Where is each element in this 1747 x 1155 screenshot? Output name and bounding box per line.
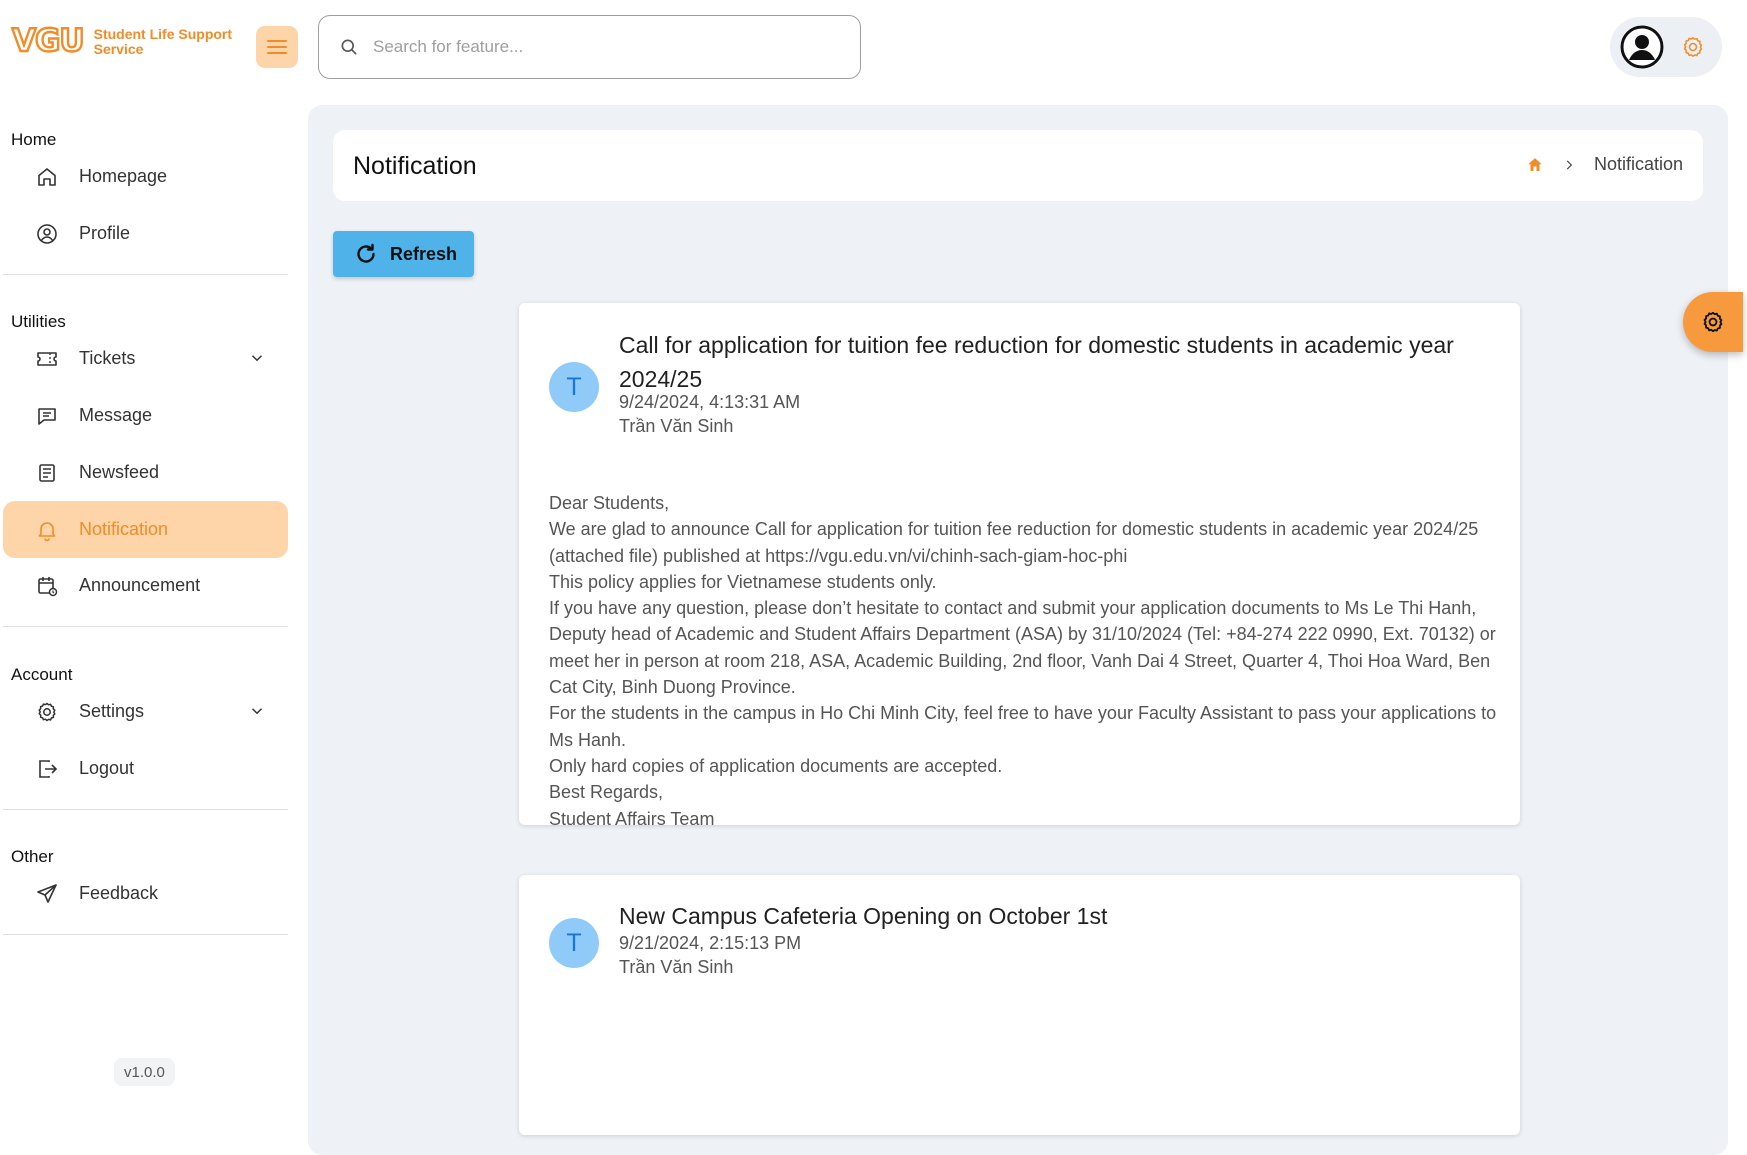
sidebar-item-label: Settings bbox=[79, 701, 145, 721]
send-icon bbox=[34, 881, 60, 907]
settings-shortcut[interactable] bbox=[1680, 34, 1706, 60]
body-line: If you have any question, please don’t h… bbox=[549, 598, 1496, 698]
section-title-other: Other bbox=[11, 847, 54, 866]
logo-line-1: Student Life Support bbox=[93, 25, 233, 42]
user-menu[interactable] bbox=[1610, 17, 1722, 77]
chevron-down-icon[interactable] bbox=[248, 349, 266, 367]
chevron-right-icon bbox=[1562, 158, 1576, 172]
sidebar-divider bbox=[3, 274, 288, 275]
ticket-icon bbox=[34, 346, 60, 372]
message-icon bbox=[34, 403, 60, 429]
main-content: Notification Notification Refresh T Call… bbox=[308, 105, 1728, 1155]
body-line: Dear Students, bbox=[549, 493, 670, 513]
refresh-label: Refresh bbox=[390, 243, 458, 264]
sidebar-item-notification[interactable]: Notification bbox=[3, 501, 288, 558]
notification-card[interactable]: T Call for application for tuition fee r… bbox=[519, 303, 1520, 829]
sidebar-item-label: Homepage bbox=[79, 166, 168, 186]
sidebar-item-profile[interactable]: Profile bbox=[3, 205, 288, 262]
refresh-button[interactable]: Refresh bbox=[333, 231, 474, 277]
avatar: T bbox=[549, 362, 599, 412]
body-line: Best Regards, bbox=[549, 782, 664, 803]
home-icon bbox=[34, 164, 60, 190]
logo-text: Student Life Support Service bbox=[93, 25, 233, 57]
sidebar-item-homepage[interactable]: Homepage bbox=[3, 148, 288, 205]
sidebar-item-message[interactable]: Message bbox=[3, 387, 288, 444]
body-line: We are glad to announce Call for applica… bbox=[549, 519, 1479, 566]
notification-date: 9/21/2024, 2:15:13 PM bbox=[619, 933, 802, 953]
search-input[interactable] bbox=[373, 37, 843, 57]
breadcrumb: Notification bbox=[1526, 154, 1683, 175]
home-icon[interactable] bbox=[1526, 156, 1544, 174]
section-title-utilities: Utilities bbox=[11, 312, 66, 331]
brand-logo[interactable]: VGU Student Life Support Service bbox=[11, 23, 233, 59]
sidebar-divider bbox=[3, 809, 288, 810]
menu-toggle-button[interactable] bbox=[256, 26, 298, 68]
sidebar-item-label: Message bbox=[79, 405, 153, 425]
sidebar-item-newsfeed[interactable]: Newsfeed bbox=[3, 444, 288, 501]
avatar: T bbox=[549, 918, 599, 968]
sidebar-item-announcement[interactable]: Announcement bbox=[3, 557, 288, 614]
search-box[interactable] bbox=[318, 15, 861, 79]
logo-mark: VGU bbox=[11, 23, 86, 59]
logout-icon bbox=[34, 756, 60, 782]
notification-author: Trần Văn Sinh bbox=[619, 416, 734, 436]
newsfeed-icon bbox=[34, 460, 60, 486]
notification-author: Trần Văn Sinh bbox=[619, 957, 734, 977]
sidebar-item-feedback[interactable]: Feedback bbox=[3, 865, 288, 922]
breadcrumb-current: Notification bbox=[1593, 154, 1683, 174]
notification-body: Dear Students, We are glad to announce C… bbox=[549, 490, 1499, 832]
gear-icon bbox=[1683, 37, 1703, 57]
body-line: Student Affairs Team bbox=[549, 808, 715, 829]
body-line: Only hard copies of application document… bbox=[549, 755, 1003, 776]
sidebar-item-label: Logout bbox=[79, 758, 135, 778]
body-line: This policy applies for Vietnamese stude… bbox=[549, 571, 937, 592]
refresh-icon bbox=[357, 243, 375, 263]
sidebar-item-label: Notification bbox=[79, 519, 169, 539]
sidebar-item-label: Feedback bbox=[79, 883, 159, 903]
sidebar-item-tickets[interactable]: Tickets bbox=[3, 330, 288, 387]
notification-title: Call for application for tuition fee red… bbox=[619, 332, 1454, 392]
menu-icon bbox=[267, 40, 287, 54]
sidebar: Home Homepage Profile Utilities Tickets … bbox=[0, 96, 294, 1143]
sidebar-divider bbox=[3, 626, 288, 627]
notification-card[interactable]: T New Campus Cafeteria Opening on Octobe… bbox=[519, 875, 1520, 1135]
notification-title: New Campus Cafeteria Opening on October … bbox=[619, 903, 1108, 929]
page-header: Notification Notification bbox=[333, 130, 1703, 201]
logo-line-2: Service bbox=[93, 40, 144, 57]
gear-icon bbox=[34, 699, 60, 725]
calendar-icon bbox=[34, 573, 60, 599]
body-line: For the students in the campus in Ho Chi… bbox=[549, 703, 1497, 750]
section-title-account: Account bbox=[11, 665, 73, 684]
floating-settings-button[interactable] bbox=[1683, 292, 1743, 352]
sidebar-item-label: Announcement bbox=[79, 575, 201, 595]
chevron-down-icon[interactable] bbox=[248, 702, 266, 720]
search-icon bbox=[341, 39, 357, 55]
sidebar-item-label: Profile bbox=[79, 223, 131, 243]
gear-icon bbox=[1703, 311, 1723, 333]
top-bar: VGU Student Life Support Service bbox=[0, 0, 1747, 96]
sidebar-divider bbox=[3, 934, 288, 935]
sidebar-item-settings[interactable]: Settings bbox=[3, 683, 288, 740]
bell-icon bbox=[34, 517, 60, 543]
version-badge: v1.0.0 bbox=[114, 1058, 175, 1086]
section-title-home: Home bbox=[11, 130, 57, 149]
user-avatar-icon bbox=[1620, 25, 1664, 69]
sidebar-item-logout[interactable]: Logout bbox=[3, 740, 288, 797]
sidebar-item-label: Newsfeed bbox=[79, 462, 160, 482]
profile-icon bbox=[34, 221, 60, 247]
notification-date: 9/24/2024, 4:13:31 AM bbox=[619, 392, 801, 412]
page-title: Notification bbox=[353, 152, 477, 180]
user-avatar[interactable] bbox=[1620, 25, 1664, 69]
sidebar-item-label: Tickets bbox=[79, 348, 136, 368]
